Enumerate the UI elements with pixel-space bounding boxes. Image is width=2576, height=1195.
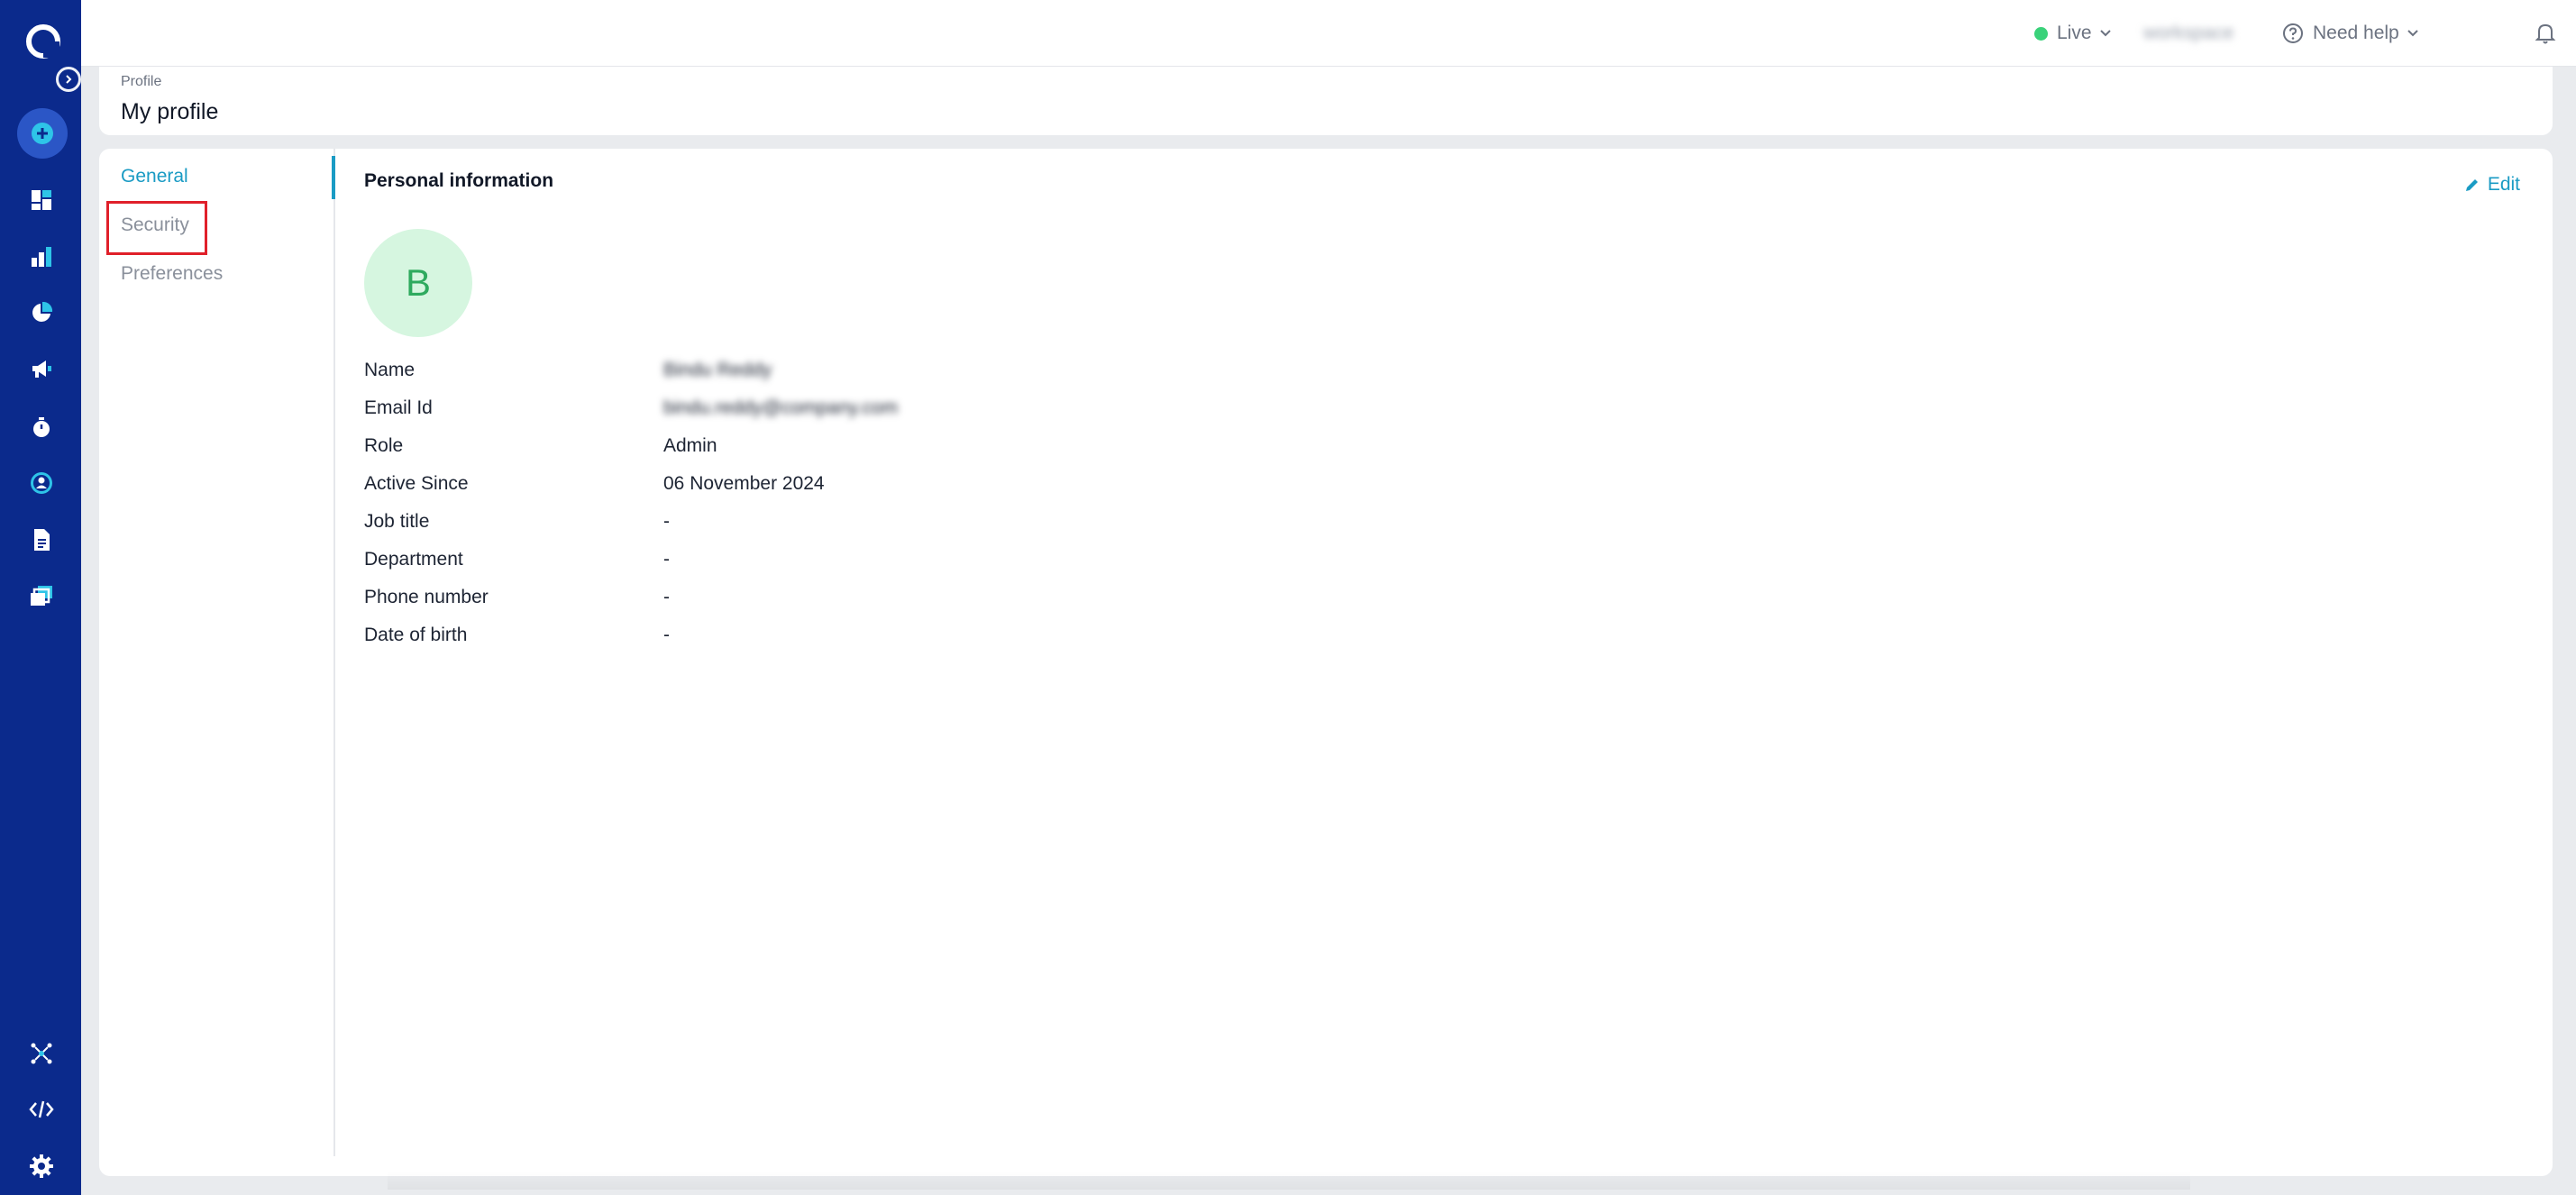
chevron-down-icon [2407,30,2418,37]
logo-icon[interactable] [23,22,63,61]
account-selector[interactable]: workspace [2143,0,2233,67]
settings-gear-icon[interactable] [25,1150,58,1182]
profile-nav: General Security Preferences [99,149,335,1156]
chevron-down-icon [2099,30,2111,37]
bell-icon [2535,23,2556,44]
document-icon[interactable] [25,524,58,556]
help-label: Need help [2313,23,2399,43]
field-value-department: - [663,549,670,570]
active-indicator [332,156,335,199]
field-label-dob: Date of birth [364,625,468,645]
top-header: Live workspace Need help B [81,0,2576,67]
code-icon[interactable] [25,1093,58,1126]
user-profile-icon[interactable] [25,467,58,499]
campaign-icon[interactable] [25,352,58,385]
section-title: Personal information [364,170,554,191]
edit-label: Edit [2487,174,2520,195]
field-label-active-since: Active Since [364,473,469,494]
help-icon [2283,23,2303,43]
pie-chart-icon[interactable] [25,296,58,329]
gallery-icon[interactable] [25,580,58,613]
environment-selector[interactable]: Live [2034,0,2112,67]
nav-general[interactable]: General [121,166,188,187]
edit-button[interactable]: Edit [2464,174,2520,196]
notifications-button[interactable] [2535,0,2556,67]
field-label-job-title: Job title [364,511,430,532]
page-header-card: Profile My profile [99,67,2553,135]
account-label: workspace [2143,23,2234,43]
nav-preferences[interactable]: Preferences [121,263,223,285]
page-title: My profile [121,99,219,124]
nav-security[interactable]: Security [121,214,189,236]
profile-content-card: General Security Preferences Personal in… [99,149,2553,1176]
analytics-icon[interactable] [25,241,58,273]
field-label-role: Role [364,435,404,456]
live-status-icon [2034,26,2048,41]
field-label-name: Name [364,360,416,380]
timer-icon[interactable] [25,411,58,443]
field-value-email: bindu.reddy@company.com [663,397,899,418]
sidebar [0,0,81,1195]
breadcrumb[interactable]: Profile [121,74,161,90]
field-value-dob: - [663,625,670,645]
dashboard-icon[interactable] [25,184,58,216]
field-value-active-since: 06 November 2024 [663,473,825,494]
field-label-department: Department [364,549,463,570]
scroll-shadow [388,1172,2190,1190]
field-value-phone: - [663,587,670,607]
help-menu[interactable]: Need help [2282,0,2419,67]
create-button[interactable] [17,108,68,159]
expand-sidebar-icon[interactable] [56,67,81,92]
field-value-name: Bindu Reddy [663,360,772,380]
field-value-role: Admin [663,435,717,456]
pencil-icon [2465,179,2478,191]
field-label-phone: Phone number [364,587,489,607]
integrations-icon[interactable] [25,1037,58,1070]
profile-avatar: B [364,229,472,337]
field-label-email: Email Id [364,397,433,418]
field-value-job-title: - [663,511,670,532]
environment-label: Live [2057,23,2092,43]
